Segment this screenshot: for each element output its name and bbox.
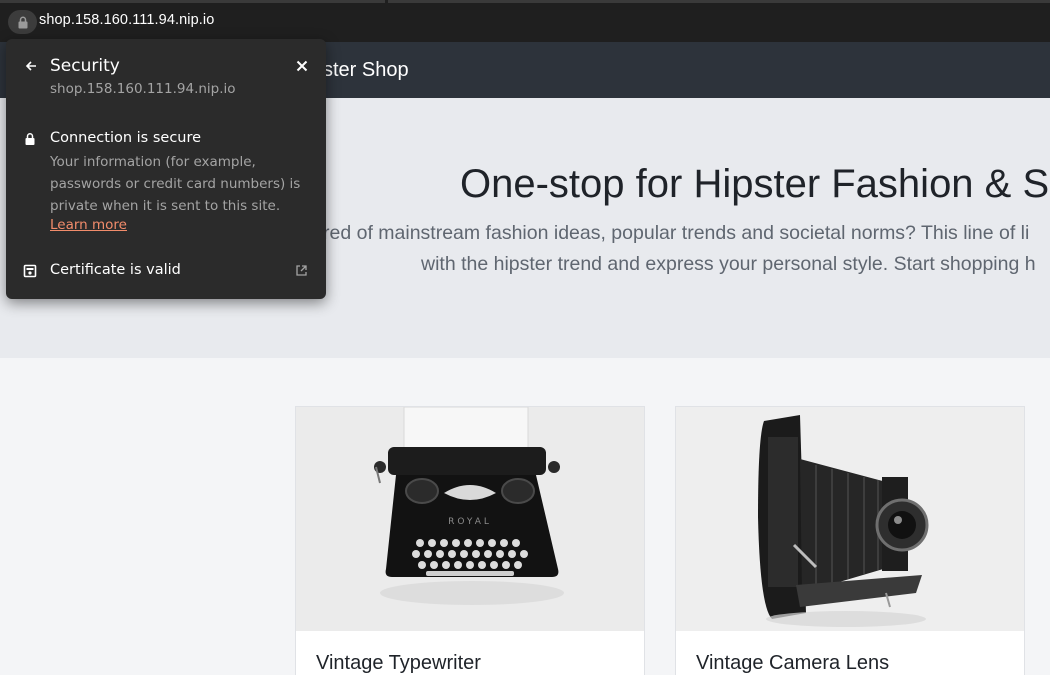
popup-host: shop.158.160.111.94.nip.io (50, 81, 236, 97)
product-title[interactable]: Vintage Typewriter (316, 652, 481, 675)
connection-status[interactable]: Connection is secure (50, 130, 201, 146)
typewriter-image[interactable]: ROYAL (296, 407, 644, 631)
site-info-button[interactable] (8, 10, 37, 34)
product-card[interactable]: ROYAL Vintage Typewriter (295, 406, 645, 675)
site-brand[interactable]: ster Shop (323, 59, 409, 82)
lock-icon (18, 16, 27, 28)
camera-image[interactable] (676, 407, 1024, 631)
product-card[interactable]: Vintage Camera Lens (675, 406, 1025, 675)
certificate-icon (23, 264, 37, 278)
connection-description: Your information (for example, passwords… (50, 154, 301, 214)
back-arrow-icon[interactable] (23, 58, 39, 74)
close-icon[interactable] (294, 58, 310, 74)
popup-title: Security (50, 56, 120, 76)
hero-subtitle-line-2: with the hipster trend and express your … (421, 253, 1036, 275)
certificate-status[interactable]: Certificate is valid (50, 262, 181, 278)
browser-address-bar: shop.158.160.111.94.nip.io (0, 0, 1050, 42)
hero-subtitle-line-1: red of mainstream fashion ideas, popular… (323, 222, 1030, 244)
security-popup: Security shop.158.160.111.94.nip.io Conn… (6, 39, 326, 299)
hero-heading: One-stop for Hipster Fashion & S (460, 162, 1050, 206)
external-link-icon[interactable] (295, 264, 308, 277)
tab-strip-edge (0, 0, 385, 3)
url-text[interactable]: shop.158.160.111.94.nip.io (39, 12, 214, 28)
svg-text:ROYAL: ROYAL (448, 517, 492, 527)
product-title[interactable]: Vintage Camera Lens (696, 652, 889, 675)
product-grid: ROYAL Vintage Typewriter Vintage Camera … (0, 358, 1050, 675)
tab-strip-edge (388, 0, 1050, 3)
lock-icon (25, 133, 35, 145)
learn-more-link[interactable]: Learn more (50, 217, 127, 233)
